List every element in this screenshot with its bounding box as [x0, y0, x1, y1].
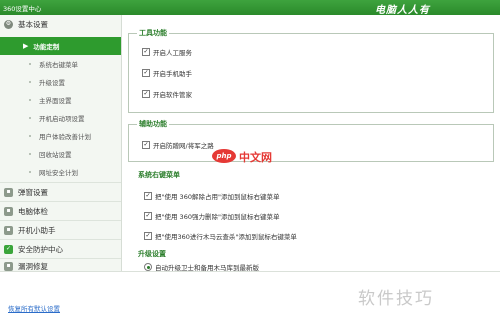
option-label: 开启手机助手 [153, 70, 192, 78]
radio-selected-icon[interactable] [144, 263, 152, 271]
popup-icon: ▪ [4, 187, 13, 197]
tool-functions-group: 工具功能 ✓ 开启人工服务 ✓ 开启手机助手 ✓ 开启软件管家 [128, 28, 494, 113]
brand-logo-text: 电脑人人有 [375, 5, 430, 16]
startup-icon: ▪ [4, 225, 13, 235]
restore-defaults-link[interactable]: 恢复所有默认设置 [8, 303, 60, 313]
gear-icon: ⚙ [4, 19, 13, 29]
aux-functions-title: 辅助功能 [137, 119, 169, 129]
option-unlock-file[interactable]: ✓ 把"使用 360解除占用"添加到鼠标右键菜单 [144, 191, 279, 201]
option-phone-assistant[interactable]: ✓ 开启手机助手 [142, 68, 192, 78]
sidebar-item-recycle-bin[interactable]: 回收站设置 [0, 145, 121, 163]
option-cloud-scan[interactable]: ✓ 把"使用360进行木马云查杀"添加到鼠标右键菜单 [144, 231, 297, 241]
sidebar-item-label: 系统右键菜单 [39, 61, 78, 69]
settings-panel: 工具功能 ✓ 开启人工服务 ✓ 开启手机助手 ✓ 开启软件管家 辅助功能 ✓ 开… [122, 15, 500, 271]
window-title: 360设置中心 [3, 5, 42, 13]
checkbox-checked-icon[interactable]: ✓ [142, 90, 150, 98]
sidebar-section-basic-settings[interactable]: ⚙ 基本设置 [0, 15, 121, 33]
sidebar-item-startup-settings[interactable]: 开机启动项设置 [0, 109, 121, 127]
sidebar-section-label: 安全防护中心 [18, 244, 63, 254]
sidebar-item-label: 功能定制 [33, 43, 60, 51]
sidebar-section-pc-checkup[interactable]: ▪ 电脑体检 [0, 202, 121, 220]
bullet-icon [29, 171, 31, 173]
sidebar-item-ux-improvement[interactable]: 用户体验改善计划 [0, 127, 121, 145]
option-auto-upgrade[interactable]: 自动升级卫士和备用木马库到最新版 [144, 262, 259, 271]
upgrade-title: 升级设置 [138, 250, 166, 258]
tool-functions-title: 工具功能 [137, 28, 169, 38]
sidebar-item-label: 用户体验改善计划 [39, 133, 91, 141]
sidebar-item-context-menu[interactable]: 系统右键菜单 [0, 55, 121, 73]
bullet-icon [29, 117, 31, 119]
sidebar-item-url-security[interactable]: 网址安全计划 [0, 163, 121, 181]
checkbox-checked-icon[interactable]: ✓ [144, 192, 152, 200]
option-force-delete[interactable]: ✓ 把"使用 360强力删除"添加到鼠标右键菜单 [144, 211, 279, 221]
option-anti-wifi-leech[interactable]: ✓ 开启防蹭网/将军之路 [142, 140, 214, 150]
sidebar-item-label: 升级设置 [39, 79, 65, 87]
bullet-icon [29, 135, 31, 137]
option-manual-service[interactable]: ✓ 开启人工服务 [142, 47, 192, 57]
sidebar-section-security-center[interactable]: ✓ 安全防护中心 [0, 240, 121, 258]
aux-functions-group: 辅助功能 ✓ 开启防蹭网/将军之路 [128, 119, 494, 162]
sidebar-section-label: 漏洞修复 [18, 261, 48, 271]
checkbox-checked-icon[interactable]: ✓ [142, 69, 150, 77]
sidebar-section-label: 基本设置 [18, 19, 48, 29]
chevron-right-icon: ▶ [23, 42, 29, 50]
bullet-icon [29, 63, 31, 65]
sidebar-item-label: 网址安全计划 [39, 169, 78, 177]
sidebar: ⚙ 基本设置 ▶ 功能定制 系统右键菜单 升级设置 主界面设置 开机启动项设置 … [0, 15, 122, 271]
php-watermark-text: 中文网 [239, 151, 272, 164]
option-label: 开启防蹭网/将军之路 [153, 142, 214, 150]
sidebar-item-label: 回收站设置 [39, 151, 72, 159]
shield-icon: ✓ [4, 244, 13, 254]
title-bar[interactable]: 360设置中心 电脑人人有 [0, 0, 500, 16]
sidebar-item-label: 开机启动项设置 [39, 115, 85, 123]
sidebar-section-label: 开机小助手 [18, 225, 56, 235]
option-software-manager[interactable]: ✓ 开启软件管家 [142, 89, 192, 99]
option-label: 自动升级卫士和备用木马库到最新版 [155, 264, 259, 271]
checkbox-checked-icon[interactable]: ✓ [144, 232, 152, 240]
sidebar-section-popup-settings[interactable]: ▪ 弹窗设置 [0, 183, 121, 201]
sidebar-item-main-ui-settings[interactable]: 主界面设置 [0, 91, 121, 109]
option-label: 把"使用360进行木马云查杀"添加到鼠标右键菜单 [155, 233, 297, 241]
option-label: 把"使用 360解除占用"添加到鼠标右键菜单 [155, 193, 280, 201]
bullet-icon [29, 99, 31, 101]
checkbox-checked-icon[interactable]: ✓ [142, 48, 150, 56]
patch-icon: ▪ [4, 261, 13, 271]
sidebar-item-label: 主界面设置 [39, 97, 72, 105]
option-label: 开启人工服务 [153, 49, 192, 57]
checkbox-checked-icon[interactable]: ✓ [142, 141, 150, 149]
sidebar-section-label: 弹窗设置 [18, 187, 48, 197]
sidebar-section-label: 电脑体检 [18, 206, 48, 216]
bullet-icon [29, 153, 31, 155]
option-label: 开启软件管家 [153, 91, 192, 99]
php-watermark-logo: php [212, 149, 236, 163]
sidebar-item-upgrade-settings[interactable]: 升级设置 [0, 73, 121, 91]
option-label: 把"使用 360强力删除"添加到鼠标右键菜单 [155, 213, 280, 221]
corner-watermark: 软件技巧 [358, 289, 434, 309]
checkbox-checked-icon[interactable]: ✓ [144, 212, 152, 220]
bullet-icon [29, 81, 31, 83]
sidebar-item-feature-customization[interactable]: ▶ 功能定制 [0, 37, 121, 55]
sidebar-section-startup-helper[interactable]: ▪ 开机小助手 [0, 221, 121, 239]
context-menu-title: 系统右键菜单 [138, 171, 180, 179]
checkup-icon: ▪ [4, 206, 13, 216]
